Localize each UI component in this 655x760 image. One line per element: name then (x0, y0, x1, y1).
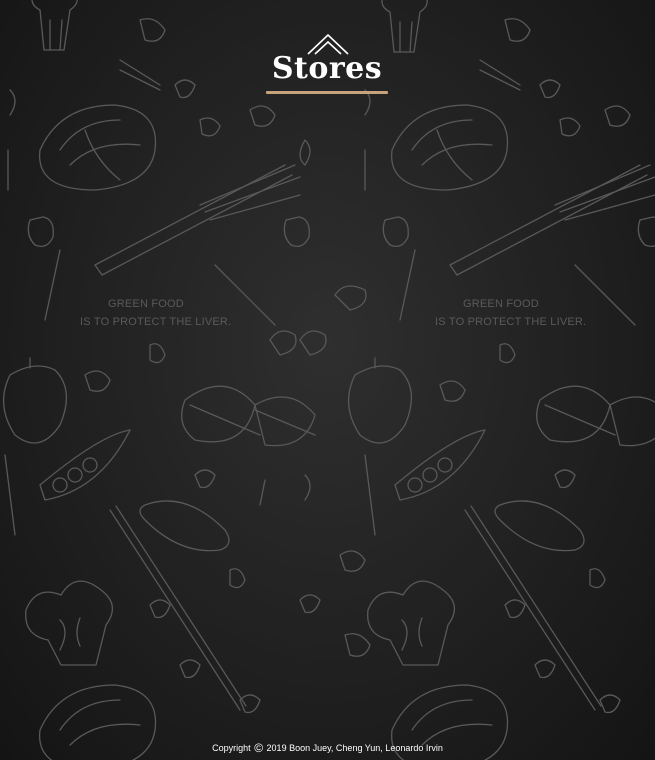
slogan-line-2: IS TO PROTECT THE LIVER. (80, 316, 231, 328)
pea-pod-icon (39, 429, 131, 501)
pepper-icon (27, 216, 655, 248)
cucumber-icon (139, 500, 230, 552)
cabbage-icon (39, 104, 157, 191)
vegetable-pattern-background: GREEN FOOD IS TO PROTECT THE LIVER. GREE… (2, 0, 655, 760)
brand-logo[interactable]: Stores (262, 30, 392, 100)
leaf-icon (181, 385, 316, 447)
leaf-icon (536, 385, 655, 447)
cucumber-icon (494, 500, 585, 552)
brand-underline (266, 91, 388, 94)
copyright-text: 2019 Boon Juey, Cheng Yun, Leonardo Irvi… (266, 743, 443, 753)
pepper-icon (347, 357, 412, 444)
green-onion-icon (94, 164, 301, 276)
broccoli-icon (31, 0, 78, 51)
small-vegetable-icon (7, 18, 631, 714)
copyright-icon: © (254, 741, 264, 755)
copyright-footer: Copyright © 2019 Boon Juey, Cheng Yun, L… (0, 741, 655, 755)
broccoli-icon (25, 580, 113, 666)
pea-pod-icon (394, 429, 486, 501)
green-onion-icon (449, 164, 655, 276)
slogan-line-2: IS TO PROTECT THE LIVER. (435, 316, 586, 328)
pepper-icon (2, 357, 67, 444)
slogan-line-1: GREEN FOOD (463, 298, 539, 310)
cabbage-icon (391, 104, 509, 191)
copyright-prefix: Copyright (212, 743, 251, 753)
page: GREEN FOOD IS TO PROTECT THE LIVER. GREE… (0, 0, 655, 760)
brand-name: Stores (271, 51, 383, 86)
broccoli-icon (367, 580, 455, 666)
slogan-line-1: GREEN FOOD (108, 298, 184, 310)
